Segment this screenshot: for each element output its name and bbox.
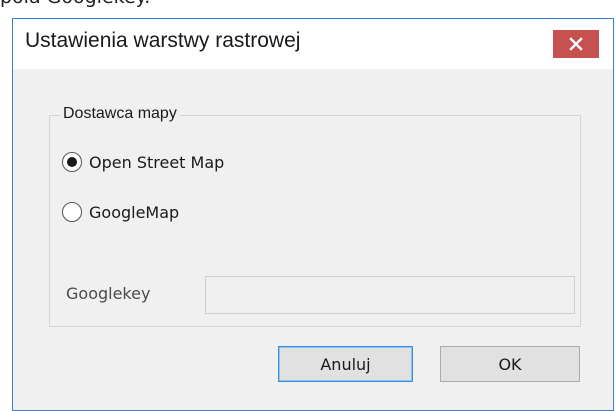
close-icon [569, 37, 583, 51]
radio-googlemap[interactable]: GoogleMap [62, 202, 179, 222]
cancel-button[interactable]: Anuluj [278, 346, 413, 382]
radio-label-googlemap: GoogleMap [89, 202, 180, 222]
radio-open-street-map[interactable]: Open Street Map [62, 152, 224, 172]
raster-layer-settings-dialog: Ustawienia warstwy rastrowej Dostawca ma… [12, 18, 614, 411]
googlekey-label: Googlekey [66, 284, 151, 303]
radio-button-unselected[interactable] [62, 202, 82, 222]
radio-label-open-street-map: Open Street Map [89, 152, 225, 172]
group-legend: Dostawca mapy [60, 105, 180, 123]
map-provider-group: Dostawca mapy Open Street Map GoogleMap … [49, 105, 581, 327]
radio-button-selected[interactable] [62, 152, 82, 172]
close-button[interactable] [553, 30, 599, 58]
title-bar[interactable]: Ustawienia warstwy rastrowej [13, 19, 613, 69]
dialog-title: Ustawienia warstwy rastrowej [25, 29, 301, 52]
background-document-text: pola Googlekey. [0, 0, 150, 8]
googlekey-input[interactable] [205, 276, 575, 314]
ok-button[interactable]: OK [440, 346, 580, 382]
